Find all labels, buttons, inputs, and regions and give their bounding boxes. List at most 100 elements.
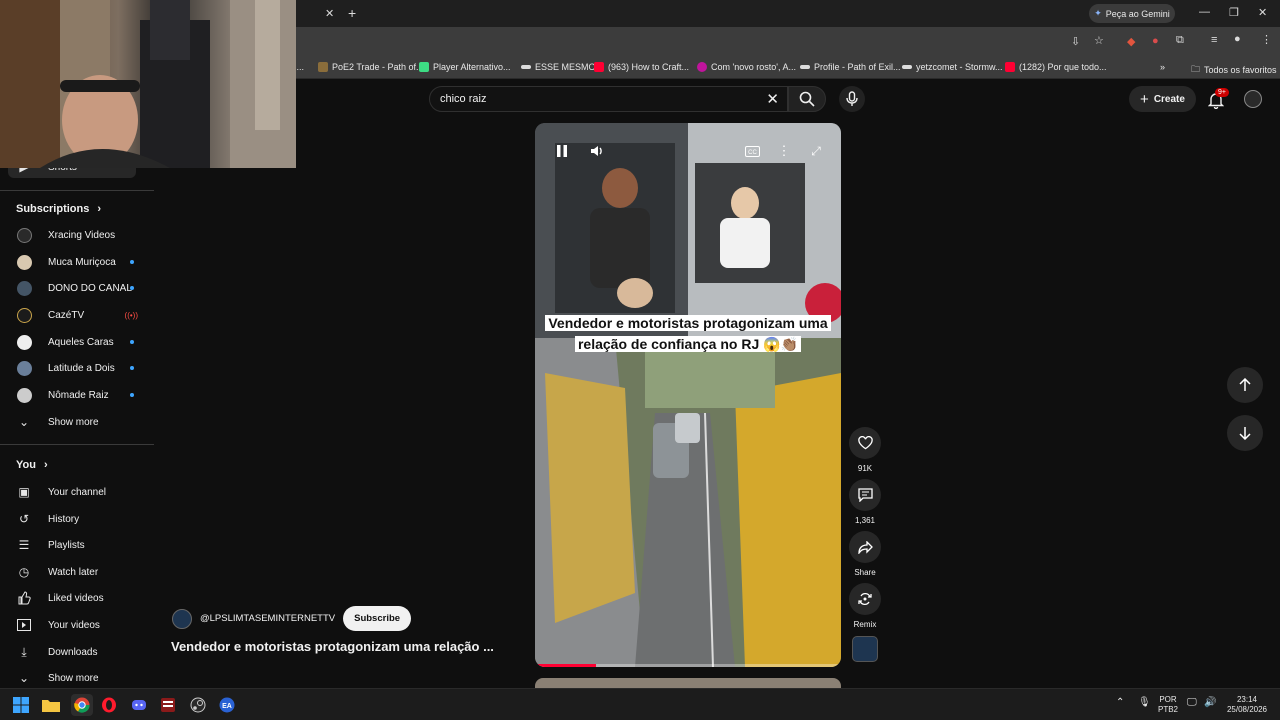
sidebar-item-nomade-raiz[interactable]: Nômade Raiz xyxy=(16,383,146,407)
bookmark-item[interactable]: (963) How to Craft... xyxy=(594,62,689,72)
media-controls-icon[interactable]: ≡ xyxy=(1211,34,1217,46)
comments-action[interactable]: 1,361 xyxy=(848,479,882,525)
next-short-button[interactable] xyxy=(1227,415,1263,451)
discord-icon[interactable] xyxy=(130,696,148,714)
bookmark-label: yetzcomet - Stormw... xyxy=(916,62,1003,72)
chrome-menu-icon[interactable]: ⋮ xyxy=(1261,33,1272,46)
create-label: Create xyxy=(1153,93,1185,105)
microphone-tray-icon[interactable]: 🎙 xyxy=(1138,698,1151,708)
bookmark-label: Profile - Path of Exil... xyxy=(814,62,901,72)
video-progress-bar[interactable] xyxy=(535,664,841,667)
language-label: POR xyxy=(1159,695,1177,704)
sidebar-item-latitude-a-dois[interactable]: Latitude a Dois xyxy=(16,356,146,380)
sidebar-item-aqueles-caras[interactable]: Aqueles Caras xyxy=(16,330,146,354)
youtube-favicon-icon xyxy=(594,62,604,72)
sidebar-item-watch-later[interactable]: ◷ Watch later xyxy=(16,560,146,584)
bookmark-item[interactable]: Com 'novo rosto', A... xyxy=(697,62,796,72)
bookmark-item[interactable]: Profile - Path of Exil... xyxy=(800,62,901,72)
channel-name[interactable]: @LPSLIMTASEMINTERNETTV xyxy=(200,613,335,624)
volume-button[interactable] xyxy=(587,142,609,160)
sidebar-item-dono-do-canal[interactable]: DONO DO CANAL xyxy=(16,276,146,300)
remix-action[interactable]: Remix xyxy=(848,583,882,629)
channel-avatar xyxy=(16,387,32,403)
like-button[interactable] xyxy=(849,427,881,459)
extensions-puzzle-icon[interactable]: ⧉ xyxy=(1176,34,1184,47)
speaker-icon[interactable]: 🔊 xyxy=(1204,698,1216,708)
more-bookmarks-icon[interactable]: » xyxy=(1160,62,1165,72)
opera-icon[interactable] xyxy=(100,696,118,714)
bookmark-item[interactable]: yetzcomet - Stormw... xyxy=(902,62,1003,72)
video-title[interactable]: Vendedor e motoristas protagonizam uma r… xyxy=(171,639,494,654)
sidebar-item-label: Liked videos xyxy=(48,592,104,604)
account-avatar[interactable] xyxy=(1244,90,1262,108)
bookmark-item[interactable]: PoE2 Trade - Path of... xyxy=(318,62,424,72)
show-more-subscriptions-button[interactable]: ⌄ Show more xyxy=(16,410,146,434)
comments-button[interactable] xyxy=(849,479,881,511)
tray-overflow-icon[interactable]: ⌃ xyxy=(1116,698,1124,708)
playlists-icon: ☰ xyxy=(18,538,30,552)
sidebar-item-playlists[interactable]: ☰ Playlists xyxy=(16,533,146,557)
sidebar-item-your-videos[interactable]: Your videos xyxy=(16,613,146,637)
extension-badge-icon[interactable]: ● xyxy=(1152,35,1159,47)
network-icon[interactable]: 🖵 xyxy=(1187,698,1197,708)
captions-button[interactable]: CC xyxy=(741,142,763,160)
previous-short-button[interactable] xyxy=(1227,367,1263,403)
chrome-taskbar-icon[interactable] xyxy=(71,694,93,716)
bookmark-label: (1282) Por que todo... xyxy=(1019,62,1107,72)
ea-app-icon[interactable]: EA xyxy=(218,696,236,714)
sidebar-item-history[interactable]: ↺ History xyxy=(16,507,146,531)
voice-search-button[interactable] xyxy=(839,86,865,112)
sidebar-item-cazetv[interactable]: CazéTV ((•)) xyxy=(16,303,146,327)
profile-avatar-icon[interactable]: ● xyxy=(1234,33,1241,45)
remix-button[interactable] xyxy=(849,583,881,615)
gemini-button[interactable]: ✦ Peça ao Gemini xyxy=(1089,4,1175,23)
windows-start-icon[interactable] xyxy=(12,696,30,714)
sidebar-item-liked-videos[interactable]: Liked videos xyxy=(16,586,146,610)
star-bookmark-icon[interactable]: ☆ xyxy=(1094,34,1104,47)
search-button[interactable] xyxy=(788,86,826,112)
fullscreen-icon[interactable]: ⤢ xyxy=(805,142,827,160)
close-tab-icon[interactable]: ✕ xyxy=(325,7,334,20)
channel-avatar[interactable] xyxy=(172,608,192,629)
clear-search-icon[interactable]: ✕ xyxy=(766,90,779,108)
show-more-you-button[interactable]: ⌄ Show more xyxy=(16,666,146,690)
close-window-icon[interactable]: ✕ xyxy=(1258,6,1267,19)
webcam-image xyxy=(0,0,296,168)
notifications-button[interactable]: 9+ xyxy=(1206,88,1229,109)
share-action[interactable]: Share xyxy=(848,531,882,577)
sidebar-item-label: Watch later xyxy=(48,566,99,578)
pause-button[interactable] xyxy=(551,142,573,160)
chevron-down-icon: ⌄ xyxy=(18,415,30,429)
create-button[interactable]: + Create xyxy=(1129,86,1196,112)
install-app-icon[interactable]: ⇩ xyxy=(1071,35,1080,48)
restore-icon[interactable]: ❐ xyxy=(1229,6,1239,19)
you-header[interactable]: You › xyxy=(16,459,48,471)
like-action[interactable]: 91K xyxy=(848,427,882,473)
app-taskbar-icon[interactable] xyxy=(159,696,177,714)
sidebar-item-muca-muricoca[interactable]: Muca Muriçoca xyxy=(16,250,146,274)
all-bookmarks-folder[interactable]: 🗀 Todos os favoritos xyxy=(1191,62,1277,78)
search-input[interactable] xyxy=(440,93,740,105)
shorts-video-player[interactable]: Vendedor e motoristas protagonizam uma r… xyxy=(535,123,841,667)
sidebar-item-xracing-videos[interactable]: Xracing Videos xyxy=(16,223,146,247)
bookmark-item[interactable]: (1282) Por que todo... xyxy=(1005,62,1107,72)
subscribe-button[interactable]: Subscribe xyxy=(343,606,412,631)
more-options-icon[interactable]: ⋮ xyxy=(773,142,795,160)
file-explorer-icon[interactable] xyxy=(42,696,60,714)
sound-thumbnail[interactable] xyxy=(852,636,878,662)
extension-red-icon[interactable]: ◆ xyxy=(1127,35,1135,48)
bookmark-favicon-icon xyxy=(800,65,810,69)
subscriptions-header[interactable]: Subscriptions › xyxy=(16,203,101,215)
language-indicator[interactable]: POR PTB2 xyxy=(1155,695,1181,715)
steam-icon[interactable] xyxy=(189,696,207,714)
sidebar-item-label: DONO DO CANAL xyxy=(48,282,132,294)
share-button[interactable] xyxy=(849,531,881,563)
sidebar-item-your-channel[interactable]: ▣ Your channel xyxy=(16,480,146,504)
bookmark-item[interactable]: ESSE MESMO xyxy=(521,62,596,72)
clock[interactable]: 23:14 25/08/2026 xyxy=(1225,695,1269,715)
sidebar-item-downloads[interactable]: ⤓ Downloads xyxy=(16,640,146,664)
new-tab-icon[interactable]: + xyxy=(348,5,356,21)
bookmark-item[interactable]: Player Alternativo... xyxy=(419,62,511,72)
channel-row: @LPSLIMTASEMINTERNETTV Subscribe xyxy=(172,606,412,631)
minimize-icon[interactable]: — xyxy=(1199,6,1210,18)
